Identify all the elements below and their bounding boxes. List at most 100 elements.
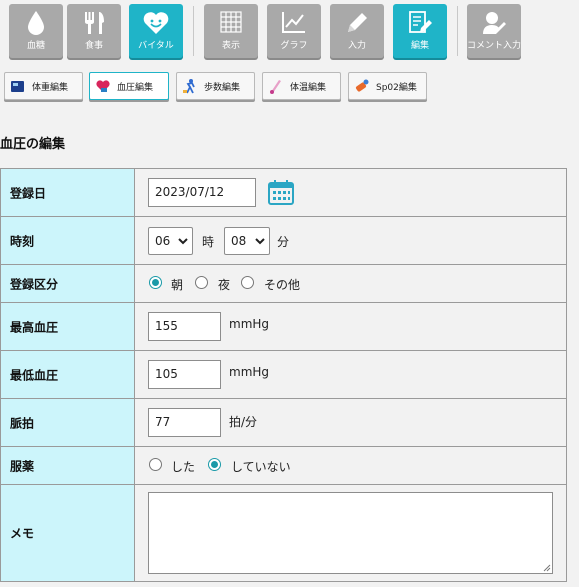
time-label: 時刻 — [10, 234, 35, 248]
category-other-radio[interactable] — [241, 276, 254, 289]
nav-vital-button[interactable]: バイタル — [129, 4, 183, 58]
hour-unit: 時 — [202, 235, 215, 249]
date-label-cell: 登録日 — [0, 169, 135, 216]
pulse-value-cell: 77 拍/分 — [135, 399, 567, 446]
memo-label: メモ — [10, 526, 35, 541]
nav-input-button[interactable]: 入力 — [330, 4, 384, 58]
chart-icon — [267, 10, 321, 38]
pulse-label: 脈拍 — [10, 416, 35, 430]
pulse-label-cell: 脈拍 — [0, 399, 135, 446]
fork-knife-icon — [67, 10, 121, 38]
pulse-input[interactable]: 77 — [148, 408, 221, 437]
nav-comment-button[interactable]: コメント入力 — [467, 4, 521, 58]
diastolic-value-cell: 105 mmHg — [135, 351, 567, 398]
drop-icon — [9, 10, 63, 38]
chevron-down-icon — [255, 238, 265, 245]
category-value-cell: 朝 夜 その他 — [135, 265, 567, 302]
steps-edit-label: 歩数編集 — [204, 83, 241, 93]
pulse-unit: 拍/分 — [229, 415, 258, 429]
systolic-unit: mmHg — [229, 317, 270, 331]
hour-select[interactable]: 06 — [148, 227, 193, 255]
minute-value: 08 — [231, 234, 247, 248]
chevron-down-icon — [178, 238, 188, 245]
bp-edit-form: 登録日 2023/07/12 時刻 06 時 08 分 登録区分 朝 夜 その他… — [0, 168, 567, 582]
spo2-edit-label: Sp02編集 — [376, 83, 417, 93]
systolic-label-cell: 最高血圧 — [0, 303, 135, 350]
medication-label: 服薬 — [10, 459, 35, 473]
weight-edit-label: 体重編集 — [32, 83, 69, 93]
time-value-cell: 06 時 08 分 — [135, 217, 567, 264]
walk-icon — [182, 78, 198, 94]
category-night-label: 夜 — [218, 278, 231, 292]
memo-label-cell: メモ — [0, 485, 135, 581]
medication-taken-radio[interactable] — [149, 458, 162, 471]
memo-value-cell — [135, 485, 567, 581]
category-label: 登録区分 — [10, 277, 59, 291]
medication-not-taken-label: していない — [231, 460, 291, 474]
memo-row: メモ — [0, 485, 567, 582]
nav-divider — [193, 6, 194, 56]
memo-textarea[interactable] — [148, 492, 553, 574]
edit-doc-icon — [393, 10, 447, 38]
diastolic-unit: mmHg — [229, 365, 270, 379]
category-morning-label: 朝 — [171, 278, 184, 292]
minute-select[interactable]: 08 — [224, 227, 270, 255]
date-row: 登録日 2023/07/12 — [0, 169, 567, 217]
medication-row: 服薬 した していない — [0, 447, 567, 485]
medication-value-cell: した していない — [135, 447, 567, 484]
diastolic-row: 最低血圧 105 mmHg — [0, 351, 567, 399]
heart-face-icon — [129, 10, 183, 38]
pencil-icon — [330, 10, 384, 38]
nav-blood-sugar-button[interactable]: 血糖 — [9, 4, 63, 58]
date-label: 登録日 — [10, 186, 47, 200]
nav-graph-button[interactable]: グラフ — [267, 4, 321, 58]
diastolic-label-cell: 最低血圧 — [0, 351, 135, 398]
medication-not-taken-radio[interactable] — [208, 458, 221, 471]
nav-view-button[interactable]: 表示 — [204, 4, 258, 58]
nav-label: 食事 — [84, 41, 103, 51]
category-night-radio[interactable] — [195, 276, 208, 289]
hour-value: 06 — [155, 234, 171, 248]
systolic-row: 最高血圧 155 mmHg — [0, 303, 567, 351]
systolic-value-cell: 155 mmHg — [135, 303, 567, 350]
bp-edit-button[interactable]: 血圧編集 — [89, 72, 169, 100]
category-row: 登録区分 朝 夜 その他 — [0, 265, 567, 303]
temperature-edit-label: 体温編集 — [290, 83, 327, 93]
category-morning-radio[interactable] — [149, 276, 162, 289]
time-row: 時刻 06 時 08 分 — [0, 217, 567, 265]
medication-label-cell: 服薬 — [0, 447, 135, 484]
pulse-row: 脈拍 77 拍/分 — [0, 399, 567, 447]
diastolic-label: 最低血圧 — [10, 368, 59, 382]
diastolic-input[interactable]: 105 — [148, 360, 221, 389]
bp-edit-label: 血圧編集 — [117, 83, 154, 93]
nav-meal-button[interactable]: 食事 — [67, 4, 121, 58]
weight-edit-button[interactable]: 体重編集 — [4, 72, 83, 100]
scale-icon — [10, 78, 26, 94]
category-label-cell: 登録区分 — [0, 265, 135, 302]
nav-label: 表示 — [221, 41, 240, 51]
minute-unit: 分 — [277, 235, 290, 249]
nav-divider — [457, 6, 458, 56]
systolic-input[interactable]: 155 — [148, 312, 221, 341]
nav-label: 入力 — [347, 41, 366, 51]
nav-edit-button[interactable]: 編集 — [393, 4, 447, 58]
date-value-cell: 2023/07/12 — [135, 169, 567, 216]
calendar-icon[interactable] — [267, 178, 295, 206]
temperature-edit-button[interactable]: 体温編集 — [262, 72, 341, 100]
nav-label: コメント入力 — [467, 41, 522, 51]
thermometer-icon — [268, 78, 284, 94]
resize-grip-icon[interactable] — [543, 564, 551, 572]
page-title: 血圧の編集 — [0, 137, 66, 152]
systolic-label: 最高血圧 — [10, 320, 59, 334]
pulse-oximeter-icon — [354, 78, 370, 94]
steps-edit-button[interactable]: 歩数編集 — [176, 72, 255, 100]
nav-label: バイタル — [138, 41, 174, 51]
top-nav: 血糖 食事 バイタル 表示 グラフ 入力 編集 コメント入力 — [0, 0, 579, 64]
heart-icon — [95, 78, 111, 94]
medication-taken-label: した — [171, 460, 196, 474]
nav-label: 編集 — [410, 41, 429, 51]
spo2-edit-button[interactable]: Sp02編集 — [348, 72, 427, 100]
nav-label: グラフ — [280, 41, 308, 51]
time-label-cell: 時刻 — [0, 217, 135, 264]
date-input[interactable]: 2023/07/12 — [148, 178, 256, 207]
